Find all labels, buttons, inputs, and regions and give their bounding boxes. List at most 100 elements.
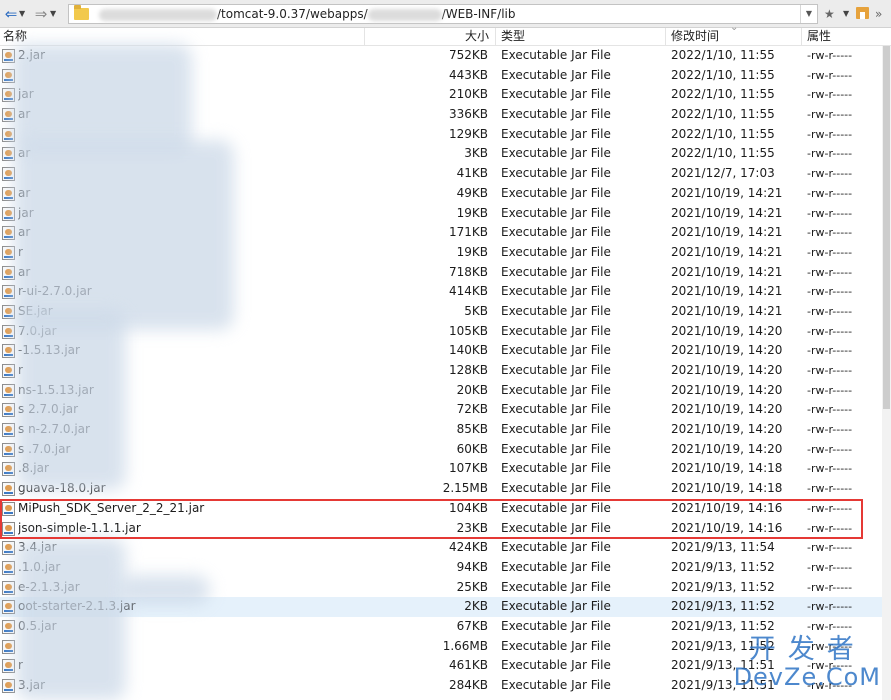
file-permissions: -rw-r----- <box>807 324 853 338</box>
file-row[interactable]: jar 210KB Executable Jar File 2022/1/10, 11… <box>0 85 882 105</box>
file-permissions: -rw-r----- <box>807 482 853 496</box>
file-size: 284KB <box>448 678 488 692</box>
file-name: jar <box>18 87 34 102</box>
file-permissions: -rw-r----- <box>807 541 853 555</box>
file-permissions: -rw-r----- <box>807 560 853 574</box>
address-toolbar: ⇐ ▼ ⇒ ▼ /tomcat-9.0.37/webapps/ /WEB-INF/… <box>0 0 891 28</box>
file-row[interactable]: ar 49KB Executable Jar File 2021/10/19, 14:… <box>0 184 882 204</box>
file-permissions: -rw-r----- <box>807 265 853 279</box>
column-name[interactable]: 名称 <box>0 28 365 45</box>
file-row[interactable]: 0.5.jar 67KB Executable Jar File 2021/9/13,… <box>0 617 882 637</box>
jar-file-icon <box>2 88 15 103</box>
file-name <box>18 125 358 145</box>
jar-file-icon <box>2 462 15 477</box>
file-modified-date: 2021/10/19, 14:20 <box>671 323 783 338</box>
file-modified-date: 2021/9/13, 11:54 <box>671 540 775 555</box>
column-type[interactable]: 类型 <box>496 28 666 45</box>
file-row[interactable]: .1.0.jar 94KB Executable Jar File 2021/9/13… <box>0 558 882 578</box>
file-name: 3.4.jar <box>18 540 57 555</box>
file-type: Executable Jar File <box>501 284 611 299</box>
file-modified-date: 2021/9/13, 11:52 <box>671 599 775 614</box>
file-row[interactable]: s .7.0.jar 60KB Executable Jar File 2021/10… <box>0 440 882 460</box>
jar-file-icon <box>2 600 15 615</box>
file-row[interactable]: MiPush_SDK_Server_2_2_21.jar 104KB Executa… <box>0 499 882 519</box>
file-type: Executable Jar File <box>501 225 611 240</box>
column-size[interactable]: 大小 <box>365 28 496 45</box>
file-row[interactable]: ar 171KB Executable Jar File 2021/10/19, 14… <box>0 223 882 243</box>
file-row[interactable]: 1.66MB Executable Jar File 2021/9/13, 11:5… <box>0 637 882 657</box>
jar-file-icon <box>2 206 15 221</box>
file-permissions: -rw-r----- <box>807 364 853 377</box>
vertical-scrollbar[interactable] <box>882 46 891 700</box>
file-name: s 2.7.0.jar <box>18 402 79 417</box>
file-row[interactable]: ar 336KB Executable Jar File 2022/1/10, 11:… <box>0 105 882 125</box>
file-row[interactable]: 41KB Executable Jar File 2021/12/7, 17:03 -… <box>0 164 882 184</box>
file-modified-date: 2021/10/19, 14:16 <box>671 520 783 535</box>
file-row[interactable]: SE.jar 5KB Executable Jar File 2021/10/19, … <box>0 302 882 322</box>
file-type: Executable Jar File <box>501 107 611 122</box>
file-name: 0.5.jar <box>18 618 57 633</box>
file-permissions: -rw-r----- <box>807 68 853 82</box>
file-name: ar <box>18 146 31 161</box>
file-name: r <box>18 363 23 377</box>
path-dropdown-icon[interactable]: ▼ <box>800 5 817 23</box>
file-row[interactable]: 2.jar 752KB Executable Jar File 2022/1/10, … <box>0 46 882 66</box>
file-row[interactable]: e-2.1.3.jar 25KB Executable Jar File 2021/9… <box>0 578 882 598</box>
back-arrow-icon[interactable]: ⇐ <box>4 5 18 23</box>
file-row[interactable]: .8.jar 107KB Executable Jar File 2021/10/19… <box>0 459 882 479</box>
back-dropdown-icon[interactable]: ▼ <box>19 6 25 22</box>
file-row[interactable]: 3.4.jar 424KB Executable Jar File 2021/9/13… <box>0 538 882 558</box>
file-size: 19KB <box>456 244 488 259</box>
file-size: 129KB <box>448 126 488 141</box>
more-icon[interactable]: » <box>875 4 882 24</box>
file-row[interactable]: -1.5.13.jar 140KB Executable Jar File 2021/… <box>0 341 882 361</box>
file-row[interactable]: s 2.7.0.jar 72KB Executable Jar File 2021/1… <box>0 400 882 420</box>
star-icon[interactable]: ★ <box>824 4 835 24</box>
jar-file-icon <box>2 127 15 142</box>
file-row[interactable]: json-simple-1.1.1.jar 23KB Executable Jar … <box>0 519 882 539</box>
file-row[interactable]: ar 718KB Executable Jar File 2021/10/19, 14… <box>0 263 882 283</box>
file-row[interactable]: r 461KB Executable Jar File 2021/9/13, 11:5… <box>0 656 882 676</box>
file-row[interactable]: s n-2.7.0.jar 85KB Executable Jar File 2021… <box>0 420 882 440</box>
file-row[interactable]: r 19KB Executable Jar File 2021/10/19, 14:2… <box>0 243 882 263</box>
jar-file-icon <box>2 186 15 201</box>
path-input[interactable]: /tomcat-9.0.37/webapps/ /WEB-INF/lib ▼ <box>68 4 818 24</box>
jar-file-icon <box>2 49 15 63</box>
file-row[interactable]: jar 19KB Executable Jar File 2021/10/19, 14… <box>0 204 882 224</box>
jar-file-icon <box>2 265 15 280</box>
file-permissions: -rw-r----- <box>807 245 853 259</box>
file-row[interactable]: 129KB Executable Jar File 2022/1/10, 11:55… <box>0 125 882 145</box>
file-size: 67KB <box>456 618 488 633</box>
file-size: 19KB <box>456 205 488 220</box>
file-row[interactable]: guava-18.0.jar 2.15MB Executable Jar File 2… <box>0 479 882 499</box>
file-name: 3.jar <box>18 678 46 692</box>
file-modified-date: 2021/10/19, 14:21 <box>671 225 783 240</box>
file-row[interactable]: 7.0.jar 105KB Executable Jar File 2021/10/1… <box>0 322 882 342</box>
file-row[interactable]: r-ui-2.7.0.jar 414KB Executable Jar File 20… <box>0 282 882 302</box>
sort-descending-icon: ⌄ <box>730 22 739 33</box>
file-modified-date: 2021/10/19, 14:21 <box>671 205 783 220</box>
file-row[interactable]: 443KB Executable Jar File 2022/1/10, 11:55… <box>0 66 882 86</box>
file-row[interactable]: r 128KB Executable Jar File 2021/10/19, 14:… <box>0 361 882 381</box>
file-size: 20KB <box>456 382 488 397</box>
file-row[interactable]: 3.jar 284KB Executable Jar File 2021/9/13, … <box>0 676 882 696</box>
jar-file-icon <box>2 324 15 339</box>
file-size: 443KB <box>448 67 488 82</box>
file-type: Executable Jar File <box>501 126 611 141</box>
file-size: 107KB <box>448 461 488 476</box>
scrollbar-thumb[interactable] <box>883 46 890 409</box>
file-row[interactable]: ns-1.5.13.jar 20KB Executable Jar File 2021… <box>0 381 882 401</box>
forward-arrow-icon[interactable]: ⇒ <box>34 5 48 23</box>
jar-file-icon <box>2 659 15 674</box>
bookmark-dropdown-icon[interactable]: ▼ <box>843 6 849 22</box>
home-icon[interactable] <box>856 7 869 19</box>
file-row[interactable]: ar 3KB Executable Jar File 2022/1/10, 11:55… <box>0 144 882 164</box>
file-permissions: -rw-r----- <box>807 600 853 614</box>
file-type: Executable Jar File <box>501 303 611 318</box>
column-attr[interactable]: 属性 <box>802 28 882 45</box>
forward-dropdown-icon[interactable]: ▼ <box>50 6 56 22</box>
file-row[interactable]: oot-starter-2.1.3.jar 2KB Executable Jar F… <box>0 597 882 617</box>
file-size: 461KB <box>448 658 488 673</box>
file-type: Executable Jar File <box>501 185 611 200</box>
file-type: Executable Jar File <box>501 540 611 555</box>
